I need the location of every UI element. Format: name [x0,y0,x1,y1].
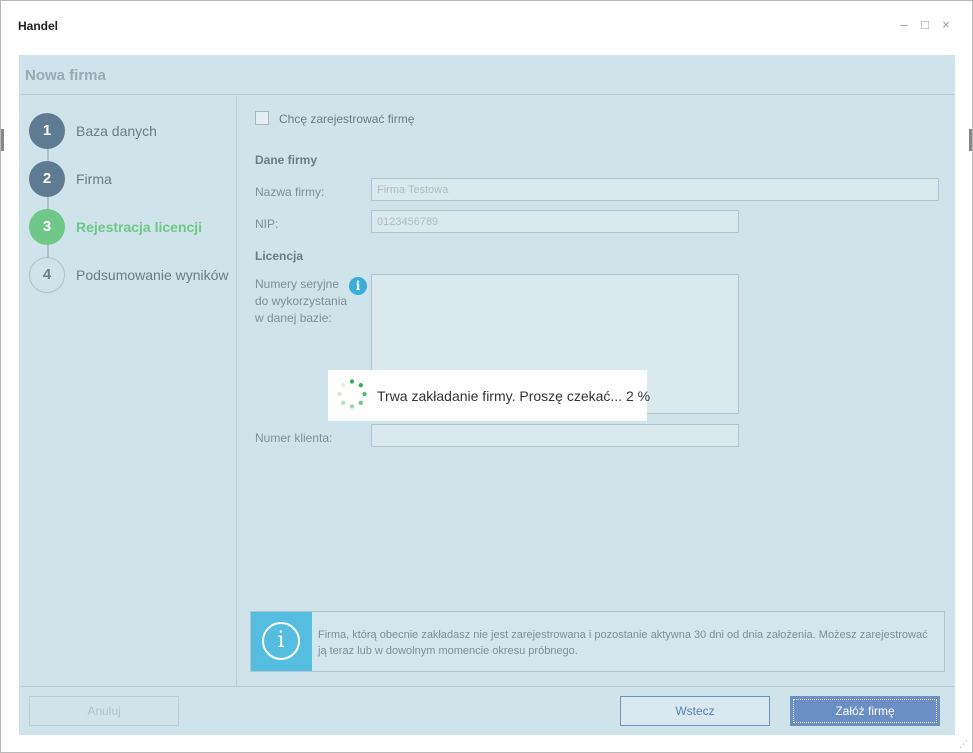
create-company-button[interactable]: Załóż firmę [790,696,940,726]
back-button[interactable]: Wstecz [620,696,770,726]
dialog-title: Nowa firma [25,67,106,84]
register-company-label[interactable]: Chcę zarejestrować firmę [279,112,414,126]
edge-mark-right [969,129,972,151]
step-number-badge: 2 [29,161,65,197]
step-label: Firma [76,171,112,187]
step-summary: 4 Podsumowanie wyników [29,257,237,293]
maximize-button[interactable]: □ [917,17,933,33]
wizard-steps: 1 Baza danych 2 Firma 3 Rejestracja lice… [19,96,237,686]
loading-spinner-icon [337,379,367,409]
dialog-footer: Anuluj Wstecz Załóż firmę [19,686,955,735]
serial-numbers-label: Numery seryjne do wykorzystania w danej … [255,277,348,325]
step-company: 2 Firma [29,161,237,197]
company-data-heading: Dane firmy [255,153,318,167]
step-label: Podsumowanie wyników [76,267,229,283]
info-icon-container: i [251,612,312,671]
nip-field[interactable]: 0123456789 [371,210,739,233]
step-number-badge: 4 [29,257,65,293]
company-name-field[interactable]: Firma Testowa [371,178,939,201]
info-icon: i [262,622,300,660]
title-bar: Handel – □ × [1,1,972,51]
step-license-registration: 3 Rejestracja licencji [29,209,237,245]
nip-label: NIP: [255,217,279,231]
minimize-button[interactable]: – [896,17,912,33]
dialog-header: Nowa firma [19,55,955,95]
register-company-checkbox[interactable] [255,111,269,125]
info-icon[interactable]: i [349,277,367,295]
resize-grip-icon[interactable]: ⋰ [959,739,969,749]
cancel-button[interactable]: Anuluj [29,696,179,726]
step-number-badge: 1 [29,113,65,149]
trial-info-text: Firma, którą obecnie zakładasz nie jest … [318,629,928,657]
step-label: Baza danych [76,123,157,139]
window-title: Handel [18,19,59,33]
trial-info-panel: i Firma, którą obecnie zakładasz nie jes… [250,611,945,672]
step-database: 1 Baza danych [29,113,237,149]
loading-overlay: Trwa zakładanie firmy. Proszę czekać... … [328,370,651,421]
edge-mark-left [1,129,4,151]
client-number-field[interactable] [371,424,739,447]
step-label: Rejestracja licencji [76,219,203,235]
close-button[interactable]: × [938,17,954,33]
client-number-label: Numer klienta: [255,431,333,445]
loading-status-text: Trwa zakładanie firmy. Proszę czekać... … [377,388,651,404]
license-heading: Licencja [255,249,304,263]
app-window: Handel – □ × Nowa firma 1 Baza danych 2 … [0,0,973,753]
company-name-label: Nazwa firmy: [255,185,325,199]
step-number-badge: 3 [29,209,65,245]
